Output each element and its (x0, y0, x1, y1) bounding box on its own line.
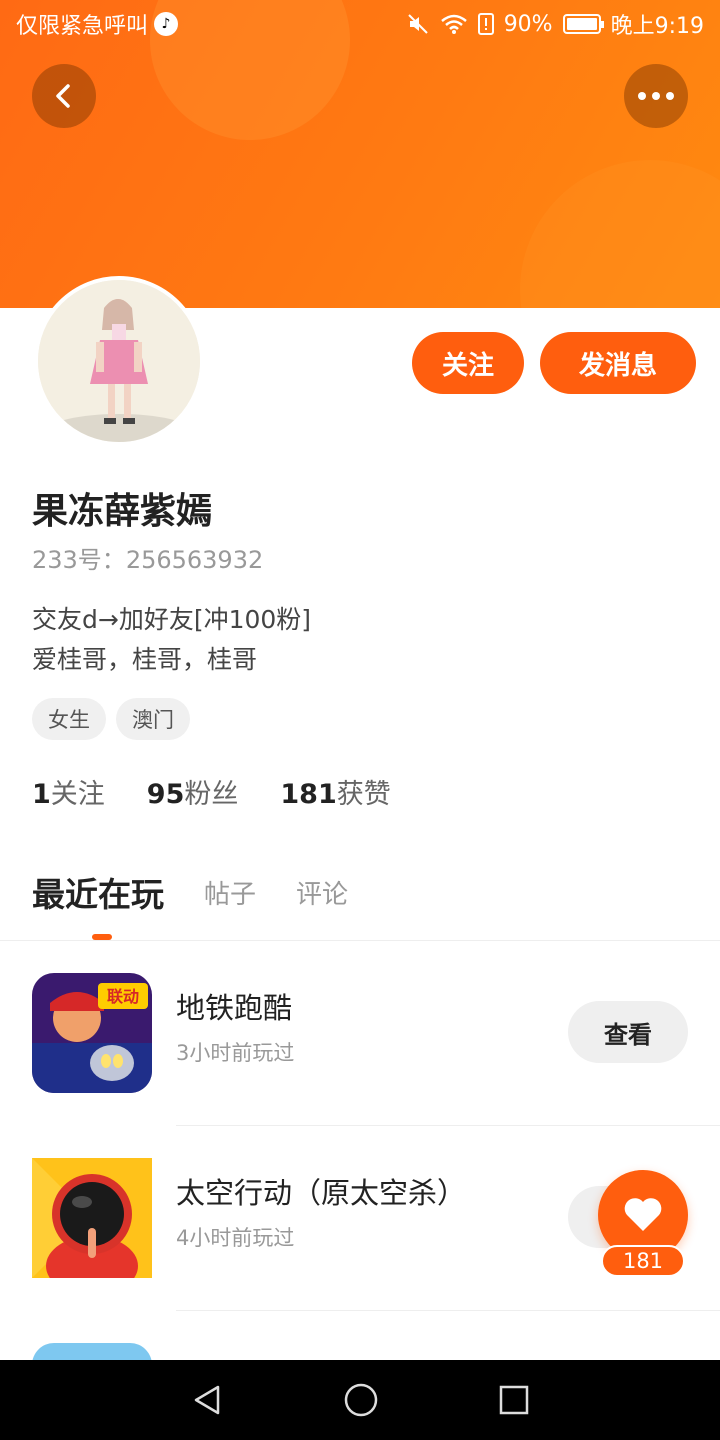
clock: 晚上9:19 (610, 14, 704, 39)
chevron-left-icon (56, 84, 70, 108)
profile-tabs: 最近在玩 帖子 评论 (32, 868, 348, 916)
nav-recents-icon[interactable] (498, 1384, 530, 1416)
game-icon-space-action (32, 1158, 152, 1278)
game-icon-partial (32, 1343, 152, 1360)
tab-recently-played[interactable]: 最近在玩 (32, 868, 164, 916)
stat-likes[interactable]: 181获赞 (280, 772, 390, 811)
user-id-value: 256563932 (125, 546, 264, 574)
tab-posts[interactable]: 帖子 (204, 874, 256, 911)
game-last-played: 4小时前玩过 (176, 1226, 295, 1250)
stat-label: 关注 (50, 779, 105, 810)
bio-line: 交友d→加好友[冲100粉] (32, 605, 312, 634)
stat-label: 获赞 (336, 779, 391, 810)
status-bar: 仅限紧急呼叫 ♪ 90% 晚上9:19 (0, 0, 720, 48)
game-list-item[interactable] (0, 1311, 720, 1360)
bio-line: 爱桂哥，桂哥，桂哥 (32, 645, 258, 674)
follow-button[interactable]: 关注 (412, 332, 524, 394)
game-title: 地铁跑酷 (176, 991, 293, 1025)
game-last-played: 3小时前玩过 (176, 1041, 295, 1065)
like-count-badge: 181 (601, 1245, 685, 1277)
mute-icon (407, 14, 428, 34)
stat-number: 95 (146, 779, 185, 810)
username: 果冻薛紫嫣 (32, 491, 213, 532)
stat-following[interactable]: 1关注 (32, 772, 105, 811)
sim-alert-icon (477, 13, 494, 35)
tab-comments[interactable]: 评论 (296, 874, 348, 911)
view-game-button[interactable]: 查看 (568, 1001, 688, 1063)
status-right: 90% 晚上9:19 (406, 8, 704, 40)
tag-gender: 女生 (32, 698, 106, 740)
tag-location: 澳门 (116, 698, 190, 740)
more-options-button[interactable] (624, 64, 688, 128)
send-message-button[interactable]: 发消息 (540, 332, 696, 394)
back-button[interactable] (32, 64, 96, 128)
nav-home-icon[interactable] (344, 1383, 378, 1417)
stat-label: 粉丝 (184, 779, 239, 810)
tiktok-icon: ♪ (154, 12, 179, 36)
battery-icon (562, 14, 604, 34)
avatar[interactable] (34, 276, 204, 446)
user-id-label: 233号： (32, 546, 126, 574)
stat-number: 181 (280, 779, 337, 810)
profile-tags: 女生 澳门 (32, 698, 190, 740)
profile-stats: 1关注 95粉丝 181获赞 (32, 772, 391, 811)
game-list-item[interactable]: 联动 地铁跑酷 3小时前玩过 查看 (0, 941, 720, 1126)
battery-percent: 90% (503, 11, 553, 37)
game-title: 太空行动（原太空杀） (176, 1176, 467, 1210)
wifi-icon (440, 14, 467, 34)
user-id: 233号：256563932 (32, 540, 263, 575)
bio: 交友d→加好友[冲100粉] 爱桂哥，桂哥，桂哥 (32, 600, 311, 680)
banner-decoration (520, 160, 720, 308)
more-dots-icon (638, 92, 674, 100)
stat-followers[interactable]: 95粉丝 (147, 772, 239, 811)
system-navigation-bar (0, 1360, 720, 1440)
heart-icon (624, 1198, 662, 1231)
nav-back-icon[interactable] (190, 1383, 224, 1417)
game-icon-subway-surfers: 联动 (32, 973, 152, 1093)
status-left: 仅限紧急呼叫 ♪ (16, 8, 179, 40)
carrier-text: 仅限紧急呼叫 (16, 14, 149, 39)
avatar-character-image (38, 280, 200, 442)
stat-number: 1 (32, 779, 51, 810)
svg-text:联动: 联动 (107, 987, 139, 1006)
